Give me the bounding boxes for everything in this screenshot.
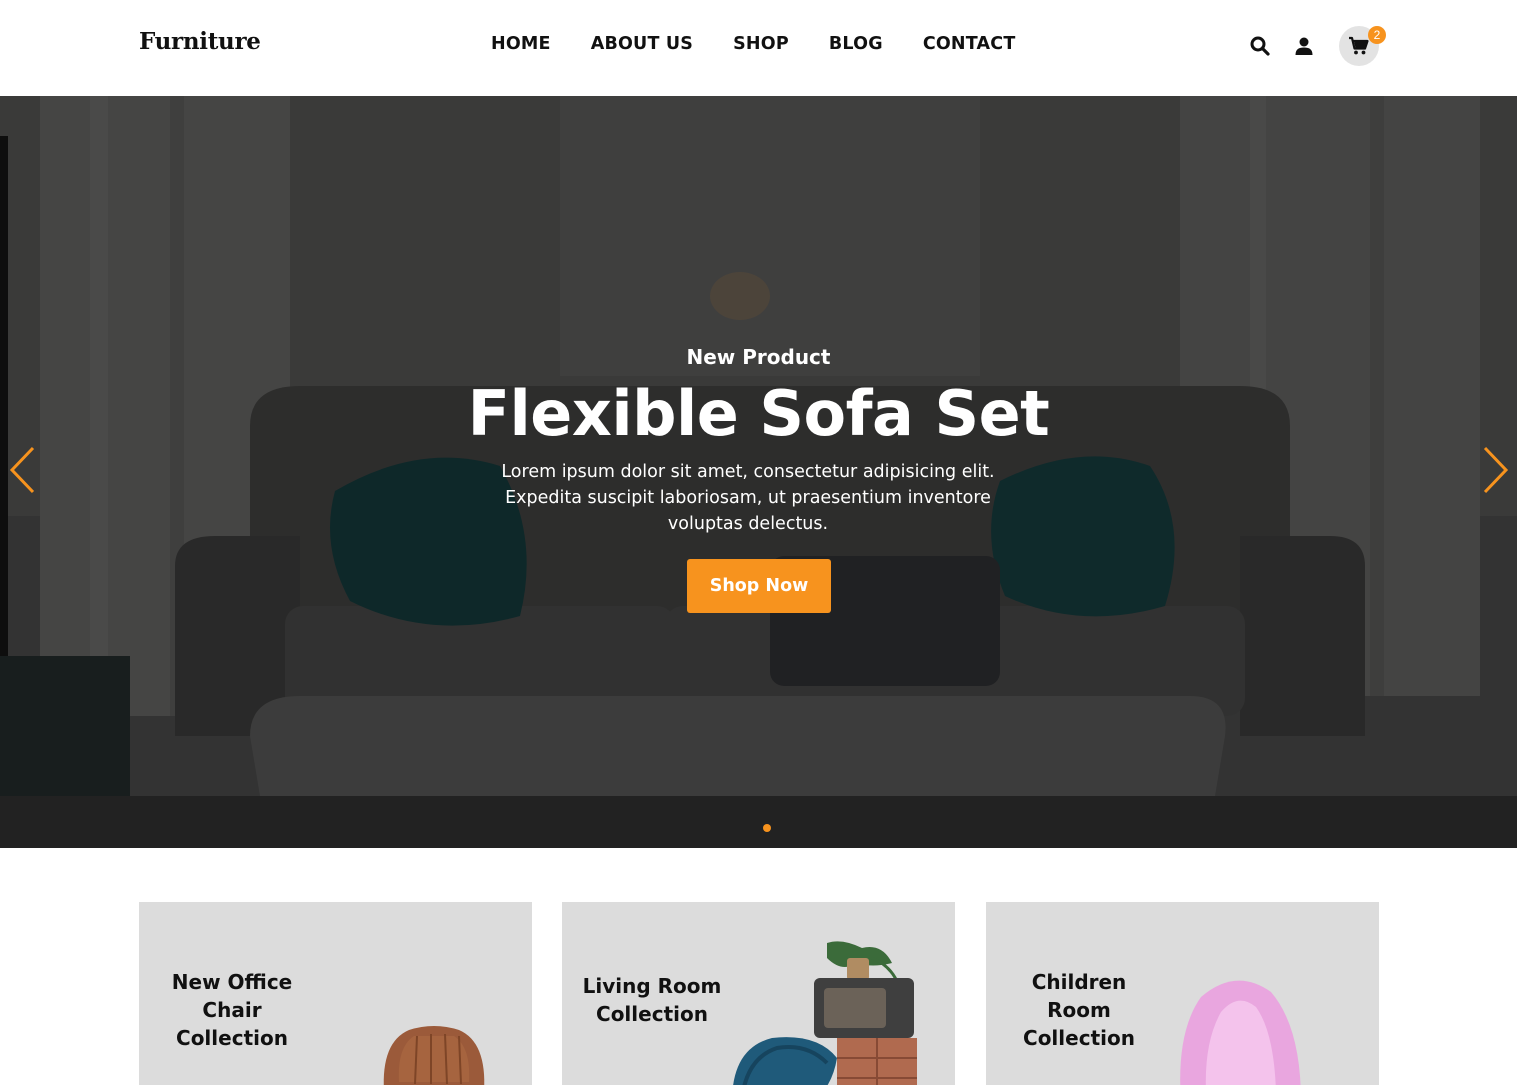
main-nav: HOME ABOUT US SHOP BLOG CONTACT: [491, 34, 1015, 54]
office-chair-image: [383, 1026, 485, 1085]
slider-dot-active[interactable]: [763, 824, 771, 832]
nav-shop[interactable]: SHOP: [733, 34, 789, 54]
slider-next-arrow-icon[interactable]: [1480, 446, 1510, 494]
living-room-image: [733, 941, 917, 1085]
cart-icon: [1349, 36, 1369, 55]
site-header: Furniture HOME ABOUT US SHOP BLOG CONTAC…: [0, 0, 1517, 96]
user-icon[interactable]: [1292, 34, 1316, 58]
children-chair-image: [1180, 980, 1301, 1085]
collection-title: Children Room Collection: [1023, 970, 1135, 1050]
hero-subtitle: New Product: [686, 345, 831, 369]
collection-card-children-room[interactable]: Children Room Collection: [986, 902, 1379, 1085]
nav-contact[interactable]: CONTACT: [923, 34, 1016, 54]
nav-home[interactable]: HOME: [491, 34, 551, 54]
collection-card-living-room[interactable]: Living Room Collection: [562, 902, 955, 1085]
shop-now-button[interactable]: Shop Now: [687, 559, 831, 613]
collection-title: New Office Chair Collection: [171, 970, 293, 1050]
search-icon[interactable]: [1248, 34, 1272, 58]
hero-slider: New Product Flexible Sofa Set Lorem ipsu…: [0, 96, 1517, 848]
nav-about-us[interactable]: ABOUT US: [591, 34, 693, 54]
site-logo[interactable]: Furniture: [139, 28, 261, 55]
collection-title: Living Room Collection: [582, 974, 722, 1026]
collection-card-office-chair[interactable]: New Office Chair Collection: [139, 902, 532, 1085]
nav-blog[interactable]: BLOG: [829, 34, 883, 54]
hero-title: Flexible Sofa Set: [467, 377, 1050, 450]
cart-count-badge: 2: [1368, 26, 1386, 44]
hero-description: Lorem ipsum dolor sit amet, consectetur …: [501, 462, 995, 534]
slider-prev-arrow-icon[interactable]: [8, 446, 38, 494]
